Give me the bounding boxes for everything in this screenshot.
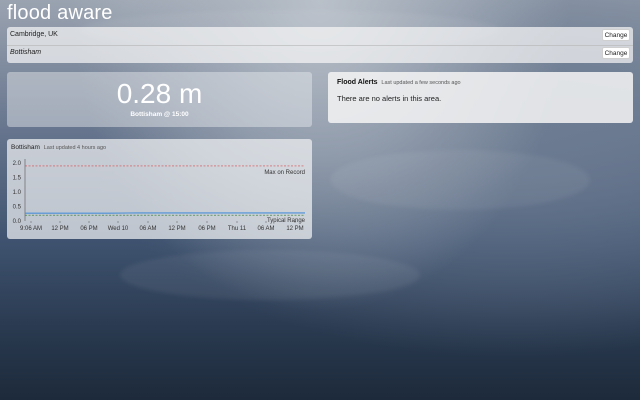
x-tick-label: 06 PM <box>80 226 97 232</box>
station-text: Bottisham <box>10 49 42 56</box>
x-tick-label: Thu 11 <box>228 226 247 232</box>
river-level-chart-card: Bottisham Last updated 4 hours ago 2.0 1.… <box>7 139 312 239</box>
river-level-chart: 2.0 1.5 1.0 0.5 0.0 Max on Record Typical Rang… <box>13 159 306 232</box>
y-tick-label: 1.5 <box>13 176 22 182</box>
y-tick-label: 0.0 <box>13 219 22 225</box>
x-tick-label: 06 PM <box>198 226 215 232</box>
reference-line-label: Max on Record <box>264 170 305 176</box>
x-tick-label: 06 AM <box>257 226 274 232</box>
alerts-updated: Last updated a few seconds ago <box>381 80 461 86</box>
alerts-message: There are no alerts in this area. <box>337 94 442 103</box>
flood-alerts-card: Flood Alerts Last updated a few seconds … <box>328 72 633 123</box>
x-tick-label: 9:06 AM <box>20 226 42 232</box>
x-tick-label: 06 AM <box>139 226 156 232</box>
location-panel: Cambridge, UK Change Bottisham Change <box>7 27 633 63</box>
location-row: Cambridge, UK Change <box>7 27 633 46</box>
alerts-header: Flood Alerts Last updated a few seconds … <box>337 79 461 86</box>
alerts-title: Flood Alerts <box>337 79 378 86</box>
station-row: Bottisham Change <box>7 45 633 63</box>
reference-line-label: Typical Range <box>267 218 306 224</box>
water-level-caption: Bottisham @ 15:00 <box>130 111 189 118</box>
y-tick-label: 2.0 <box>13 161 22 167</box>
x-tick-label: 12 PM <box>168 226 185 232</box>
x-tick-label: 12 PM <box>286 226 303 232</box>
location-text-primary: Cambridge, UK <box>10 31 58 38</box>
change-station-button[interactable]: Change <box>602 47 630 59</box>
x-tick-label: Wed 10 <box>108 226 129 232</box>
y-tick-label: 0.5 <box>13 205 22 211</box>
app-title: flood aware <box>7 2 113 24</box>
change-location-button[interactable]: Change <box>602 29 630 41</box>
water-level-value: 0.28 m <box>116 78 203 109</box>
x-tick-label: 12 PM <box>51 226 68 232</box>
water-level-card: 0.28 m Bottisham @ 15:00 <box>7 72 312 127</box>
y-tick-label: 1.0 <box>13 190 22 196</box>
